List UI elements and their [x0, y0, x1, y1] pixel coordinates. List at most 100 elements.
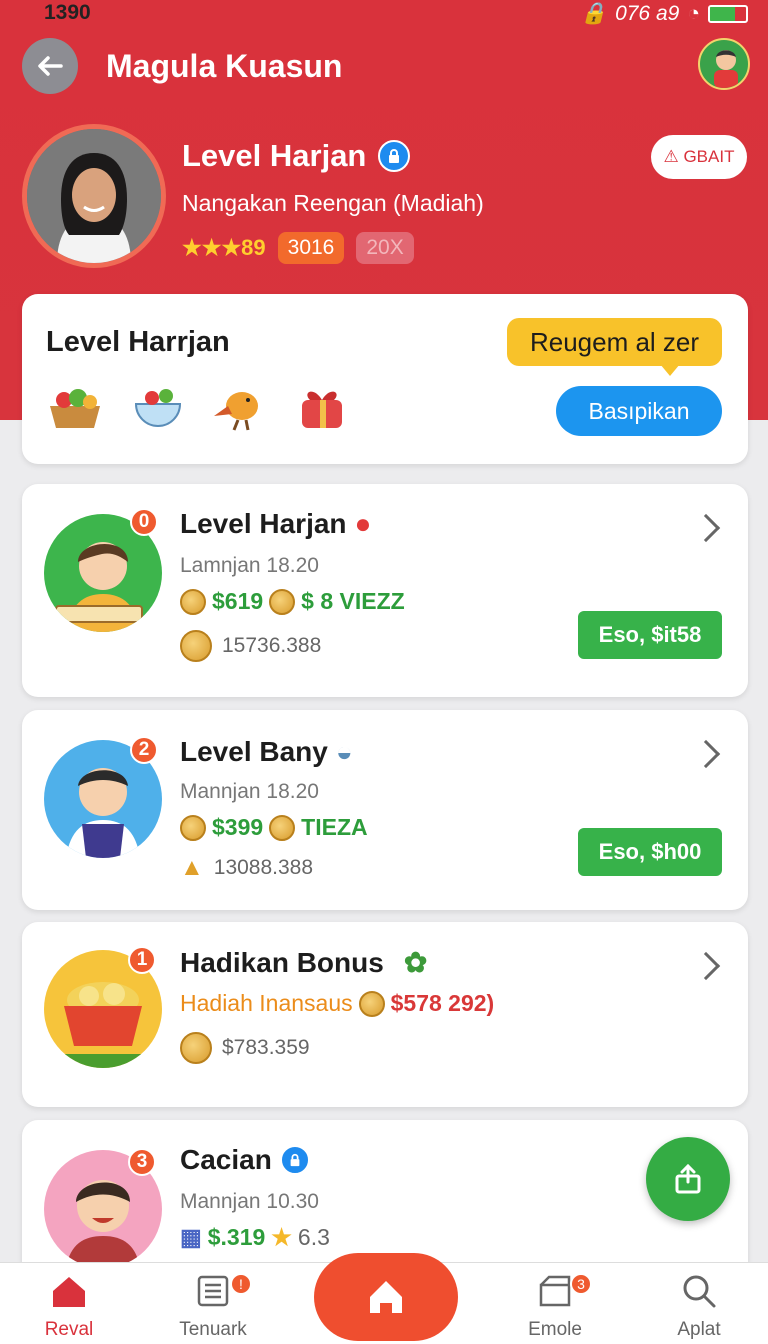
rank-badge: 0 — [130, 508, 158, 536]
rating-stars: ★★★89 — [182, 235, 266, 260]
nav-label: Emole — [528, 1319, 582, 1340]
nav-label: Tenuark — [179, 1319, 247, 1340]
box-icon — [539, 1275, 571, 1307]
notification-badge: 3 — [570, 1273, 592, 1295]
item-meta-row: ▲ 13088.388 — [180, 854, 313, 882]
bowl-icon — [134, 389, 182, 427]
list-icon — [197, 1275, 229, 1307]
item-action-button[interactable]: Eso, $h00 — [578, 828, 722, 876]
item-tag: $ 8 VIEZZ — [301, 588, 405, 614]
coin-icon — [358, 990, 385, 1017]
item-price-row: Hadiah Inansaus $578 292) — [180, 990, 494, 1017]
battery-icon — [708, 5, 748, 23]
item-subtitle: Mannjan 18.20 — [180, 780, 319, 803]
share-fab-button[interactable] — [646, 1137, 730, 1221]
profile-name-row: Level Harjan — [182, 138, 411, 174]
lock-icon: 🔒 — [580, 2, 608, 25]
item-meta-row: $783.359 — [180, 1032, 310, 1064]
coin-icon — [269, 588, 296, 615]
item-title-row: Hadikan Bonus ✿ — [180, 946, 427, 979]
rank-badge: 2 — [130, 736, 158, 764]
item-meta: 13088.388 — [213, 856, 314, 879]
notification-badge: ! — [230, 1273, 252, 1295]
card-icon: ▦ — [180, 1224, 202, 1250]
item-meta-row: 15736.388 — [180, 630, 321, 662]
reward-title: Level Harrjan — [46, 326, 230, 358]
nav-item-emole[interactable]: Emole 3 — [500, 1273, 610, 1341]
back-button[interactable] — [22, 38, 78, 94]
clock-coin-icon — [180, 1032, 212, 1064]
chevron-right-icon[interactable] — [691, 513, 721, 543]
item-meta: 15736.388 — [222, 634, 322, 657]
nav-item-tenuark[interactable]: Tenuark ! — [158, 1273, 268, 1341]
star-icon: ★ — [271, 1224, 292, 1250]
list-item[interactable]: 0 Level Harjan ● Lamnjan 18.20 $619 $ 8 VI… — [22, 484, 748, 697]
rank-badge: 1 — [128, 946, 156, 974]
user-avatar-button[interactable] — [698, 38, 750, 90]
nav-item-reval[interactable]: Reval — [14, 1273, 124, 1341]
list-item[interactable]: 2 Level Bany ◒ Mannjan 18.20 $399 TIEZA ▲ 1… — [22, 710, 748, 910]
status-bar: 1390 🔒 076 a9 ◔ — [0, 0, 768, 28]
gift-icon — [302, 391, 342, 428]
item-subtitle: Mannjan 10.30 — [180, 1190, 319, 1213]
home-icon — [370, 1281, 402, 1313]
chevron-right-icon[interactable] — [691, 739, 721, 769]
coin-icon — [180, 588, 206, 615]
share-icon — [675, 1163, 701, 1194]
verified-icon — [279, 1145, 310, 1175]
fruit-bowl-icon: ◒ — [335, 736, 353, 767]
list-item[interactable]: 1 Hadikan Bonus ✿ Hadiah Inansaus $578 292… — [22, 922, 748, 1107]
item-price-row: ▦ $.319 ★ 6.3 — [180, 1224, 330, 1251]
home-icon — [53, 1277, 85, 1307]
pencil-icon: ▲ — [180, 854, 204, 881]
gbait-button[interactable]: ⚠ GBAIT — [651, 135, 747, 179]
nav-label: Aplat — [677, 1319, 721, 1340]
profile-subtitle: Nangakan Reengan (Madiah) — [182, 190, 484, 216]
profile-photo-icon — [27, 129, 161, 263]
multiplier-badge: 20X — [356, 232, 414, 264]
item-price: $399 — [212, 814, 264, 840]
rank-badge: 3 — [128, 1148, 156, 1176]
verified-icon — [378, 140, 411, 172]
item-price: $.319 — [207, 1224, 266, 1250]
basket-icon — [50, 389, 100, 428]
item-title-row: Cacian — [180, 1144, 310, 1176]
item-meta: $783.359 — [222, 1036, 310, 1059]
coin-icon — [180, 814, 206, 841]
wifi-icon: ◔ — [687, 2, 700, 25]
status-icons: 🔒 076 a9 ◔ — [581, 2, 748, 26]
coin-icon — [269, 814, 296, 841]
claim-button[interactable]: Basıpikan — [556, 386, 722, 436]
item-title: Cacian — [180, 1144, 272, 1175]
profile-name: Level Harjan — [182, 138, 367, 173]
item-title-row: Level Bany ◒ — [180, 736, 353, 768]
apple-icon: ● — [354, 508, 372, 539]
item-title: Level Bany — [180, 736, 328, 767]
points-badge: 3016 — [277, 232, 345, 264]
tooltip-bubble: Reugem al zer — [507, 318, 722, 376]
status-info: 076 a9 — [615, 2, 680, 25]
clock-coin-icon — [180, 630, 212, 662]
item-price-row: $619 $ 8 VIEZZ — [180, 588, 405, 615]
item-title: Level Harjan — [180, 508, 347, 539]
back-arrow-icon — [38, 56, 63, 76]
nav-item-aplat[interactable]: Aplat — [644, 1273, 754, 1341]
item-price-row: $399 TIEZA — [180, 814, 368, 841]
chevron-right-icon[interactable] — [691, 951, 721, 981]
nav-label: Reval — [44, 1319, 94, 1340]
profile-avatar — [22, 124, 166, 268]
item-action-button[interactable]: Eso, $it58 — [578, 611, 722, 659]
profile-stats: ★★★89 3016 20X — [182, 232, 414, 264]
home-center-button[interactable] — [314, 1253, 458, 1341]
item-subtitle: Hadiah Inansaus — [180, 990, 353, 1016]
item-tag: 6.3 — [297, 1224, 330, 1250]
search-icon — [683, 1275, 716, 1308]
item-tag: TIEZA — [301, 814, 368, 840]
page-title: Magula Kuasun — [106, 48, 343, 84]
item-price: $619 — [212, 588, 264, 614]
item-title-row: Level Harjan ● — [180, 508, 371, 540]
leaf-icon: ✿ — [403, 947, 428, 978]
status-time: 1390 — [44, 1, 91, 24]
item-price: $578 292) — [390, 990, 495, 1016]
item-title: Hadikan Bonus — [180, 946, 384, 978]
